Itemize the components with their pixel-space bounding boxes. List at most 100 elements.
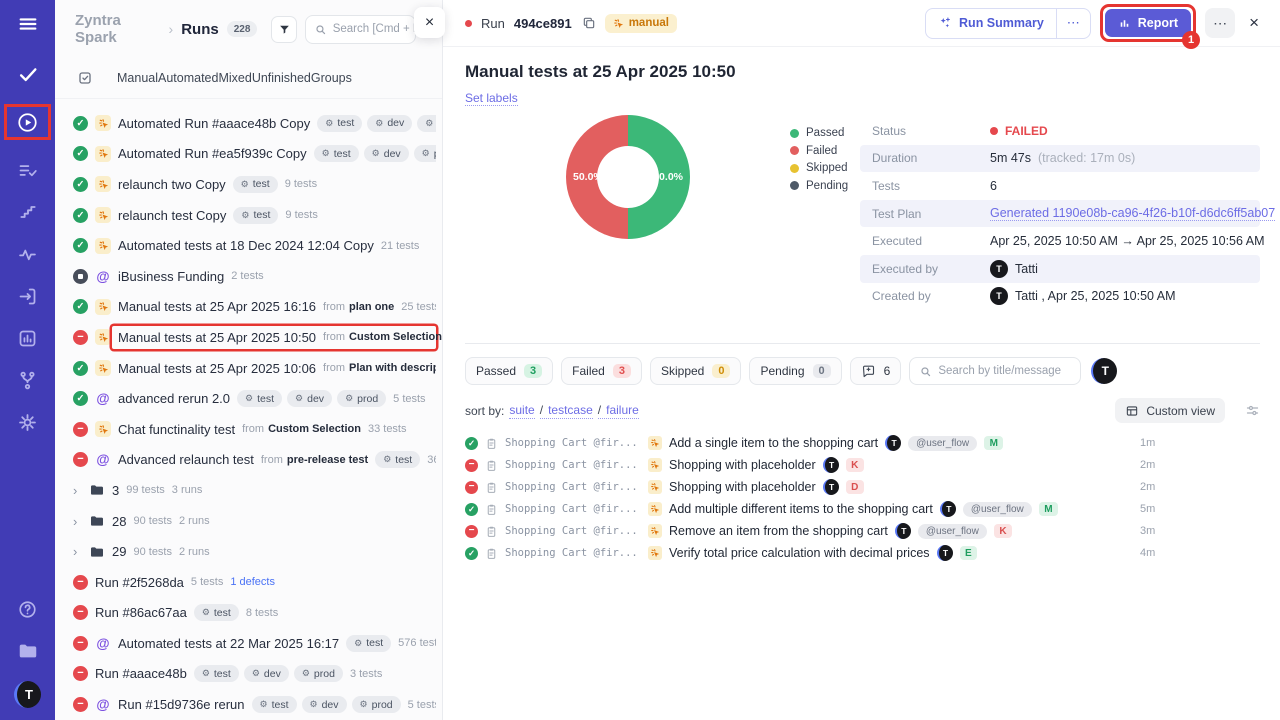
legend-dot bbox=[790, 164, 799, 173]
run-list-item[interactable]: relaunch test Copy ⚙test 9 tests bbox=[73, 200, 436, 231]
automated-run-icon: @ bbox=[95, 268, 111, 284]
milestone-badge: K bbox=[994, 524, 1012, 538]
test-row[interactable]: Shopping Cart @fir... Remove an item fro… bbox=[465, 520, 1260, 542]
run-list-item[interactable]: relaunch two Copy ⚙test 9 tests bbox=[73, 169, 436, 200]
test-title[interactable]: Add multiple different items to the shop… bbox=[669, 502, 933, 516]
panel-close-button[interactable]: × bbox=[414, 7, 445, 38]
gear-icon[interactable] bbox=[16, 410, 40, 434]
run-status-icon bbox=[73, 391, 88, 406]
run-summary-button[interactable]: Run Summary bbox=[926, 9, 1056, 38]
run-list-item[interactable]: Chat functinality test from Custom Selec… bbox=[73, 414, 436, 445]
run-list-item[interactable]: Run #aaace48b ⚙test⚙dev⚙prod 3 tests bbox=[73, 659, 436, 690]
filter-count-badge: 3 bbox=[613, 364, 631, 378]
runs-search-input[interactable]: Search [Cmd + K] bbox=[305, 15, 416, 44]
report-button[interactable]: Report bbox=[1105, 9, 1191, 37]
close-icon[interactable]: × bbox=[1244, 13, 1264, 33]
gear-icon: ⚙ bbox=[345, 394, 353, 403]
more-button[interactable]: ⋯ bbox=[1205, 8, 1235, 38]
run-list-item[interactable]: @ iBusiness Funding 2 tests bbox=[73, 261, 436, 292]
import-icon[interactable] bbox=[16, 284, 40, 308]
test-suite-name[interactable]: Shopping Cart @fir... bbox=[505, 459, 641, 471]
run-list-item[interactable]: Manual tests at 25 Apr 2025 16:16 from p… bbox=[73, 292, 436, 323]
test-status-icon bbox=[465, 503, 478, 516]
detail-tabs bbox=[465, 333, 1260, 344]
test-row[interactable]: Shopping Cart @fir... Add a single item … bbox=[465, 432, 1260, 454]
run-list-item[interactable]: Automated tests at 18 Dec 2024 12:04 Cop… bbox=[73, 230, 436, 261]
runs-tab[interactable]: Groups bbox=[311, 71, 352, 85]
test-title[interactable]: Shopping with placeholder bbox=[669, 458, 816, 472]
bar-chart-square-icon[interactable] bbox=[16, 326, 40, 350]
test-title[interactable]: Add a single item to the shopping cart bbox=[669, 436, 878, 450]
run-list-item[interactable]: @ advanced rerun 2.0 ⚙test⚙dev⚙prod 5 te… bbox=[73, 383, 436, 414]
set-labels-link[interactable]: Set labels bbox=[465, 91, 518, 106]
test-suite-name[interactable]: Shopping Cart @fir... bbox=[505, 525, 641, 537]
run-list-item[interactable]: @ Automated tests at 22 Mar 2025 16:17 ⚙… bbox=[73, 628, 436, 659]
test-row[interactable]: Shopping Cart @fir... Add multiple diffe… bbox=[465, 498, 1260, 520]
run-title: relaunch test Copy bbox=[118, 208, 226, 223]
folder-icon[interactable] bbox=[16, 639, 40, 663]
steps-icon[interactable] bbox=[16, 200, 40, 224]
run-list-item[interactable]: › 28 90 tests 2 runs bbox=[73, 506, 436, 537]
sidebar-item-test-cases[interactable] bbox=[16, 62, 40, 86]
run-list-item[interactable]: Automated Run #ea5f939c Copy ⚙test⚙dev⚙p… bbox=[73, 139, 436, 170]
run-list-item[interactable]: @ Advanced relaunch test from pre-releas… bbox=[73, 445, 436, 476]
milestone-badge: M bbox=[984, 436, 1003, 450]
test-title[interactable]: Verify total price calculation with deci… bbox=[669, 546, 930, 560]
run-list-item[interactable]: @ Run #15d9736e rerun ⚙test⚙dev⚙prod 5 t… bbox=[73, 689, 436, 720]
test-suite-name[interactable]: Shopping Cart @fir... bbox=[505, 503, 641, 515]
filter-pill[interactable]: Passed 3 bbox=[465, 357, 553, 385]
chevron-right-icon[interactable]: › bbox=[73, 544, 82, 559]
run-list-item[interactable]: › 29 90 tests 2 runs bbox=[73, 536, 436, 567]
tests-search-input[interactable]: Search by title/message bbox=[909, 357, 1081, 385]
run-summary-more-button[interactable]: ⋯ bbox=[1056, 9, 1090, 38]
test-row[interactable]: Shopping Cart @fir... Verify total price… bbox=[465, 542, 1260, 564]
branch-icon[interactable] bbox=[16, 368, 40, 392]
runs-tab[interactable]: Mixed bbox=[218, 71, 251, 85]
filter-pill[interactable]: Failed 3 bbox=[561, 357, 642, 385]
run-list-item[interactable]: Run #2f5268da 5 tests 1 defects bbox=[73, 567, 436, 598]
run-meta: 2 tests bbox=[231, 270, 263, 282]
run-meta: 2 runs bbox=[179, 515, 210, 527]
menu-icon[interactable] bbox=[16, 12, 40, 36]
sort-link[interactable]: failure bbox=[598, 403, 639, 419]
activity-icon[interactable] bbox=[16, 242, 40, 266]
breadcrumb-project[interactable]: Zyntra Spark bbox=[75, 12, 161, 46]
chevron-right-icon[interactable]: › bbox=[73, 514, 82, 529]
test-suite-name[interactable]: Shopping Cart @fir... bbox=[505, 481, 641, 493]
sidebar-item-runs[interactable] bbox=[16, 110, 40, 134]
runs-tab[interactable]: Manual bbox=[117, 71, 158, 85]
test-row[interactable]: Shopping Cart @fir... Shopping with plac… bbox=[465, 476, 1260, 498]
test-suite-name[interactable]: Shopping Cart @fir... bbox=[505, 547, 641, 559]
copy-icon[interactable] bbox=[582, 16, 596, 30]
runs-tab[interactable]: Unfinished bbox=[252, 71, 311, 85]
run-row-main: relaunch test Copy ⚙test 9 tests bbox=[118, 207, 436, 224]
defects-link[interactable]: 1 defects bbox=[230, 576, 275, 588]
run-list-item[interactable]: Manual tests at 25 Apr 2025 10:06 from P… bbox=[73, 353, 436, 384]
run-list-item[interactable]: Automated Run #aaace48b Copy ⚙test⚙dev⚙p… bbox=[73, 108, 436, 139]
test-title[interactable]: Remove an item from the shopping cart bbox=[669, 524, 888, 538]
test-title[interactable]: Shopping with placeholder bbox=[669, 480, 816, 494]
help-icon[interactable] bbox=[16, 597, 40, 621]
run-row-main: Advanced relaunch test from pre-release … bbox=[118, 451, 436, 468]
sort-link[interactable]: suite bbox=[509, 403, 534, 419]
filter-button[interactable] bbox=[271, 16, 296, 43]
run-list-item[interactable]: › 3 99 tests 3 runs bbox=[73, 475, 436, 506]
sidebar-item-shared-steps[interactable] bbox=[16, 158, 40, 182]
user-avatar[interactable]: T bbox=[14, 681, 41, 708]
comments-filter[interactable]: 6 bbox=[850, 357, 902, 385]
sliders-icon[interactable] bbox=[1245, 403, 1260, 418]
run-title: Automated tests at 22 Mar 2025 16:17 bbox=[118, 636, 339, 651]
select-all-icon[interactable] bbox=[77, 70, 93, 86]
sort-link[interactable]: testcase bbox=[540, 403, 593, 419]
run-list-item[interactable]: Manual tests at 25 Apr 2025 10:50 from C… bbox=[73, 322, 436, 353]
assignee-avatar[interactable]: T bbox=[1091, 358, 1117, 384]
chevron-right-icon[interactable]: › bbox=[73, 483, 82, 498]
runs-tab[interactable]: Automated bbox=[158, 71, 218, 85]
custom-view-button[interactable]: Custom view bbox=[1115, 398, 1225, 423]
run-list-item[interactable]: Run #86ac67aa ⚙test 8 tests bbox=[73, 598, 436, 629]
test-suite-name[interactable]: Shopping Cart @fir... bbox=[505, 437, 641, 449]
filter-pill[interactable]: Skipped 0 bbox=[650, 357, 742, 385]
test-row[interactable]: Shopping Cart @fir... Shopping with plac… bbox=[465, 454, 1260, 476]
clipboard-icon bbox=[485, 459, 498, 472]
filter-pill[interactable]: Pending 0 bbox=[749, 357, 841, 385]
